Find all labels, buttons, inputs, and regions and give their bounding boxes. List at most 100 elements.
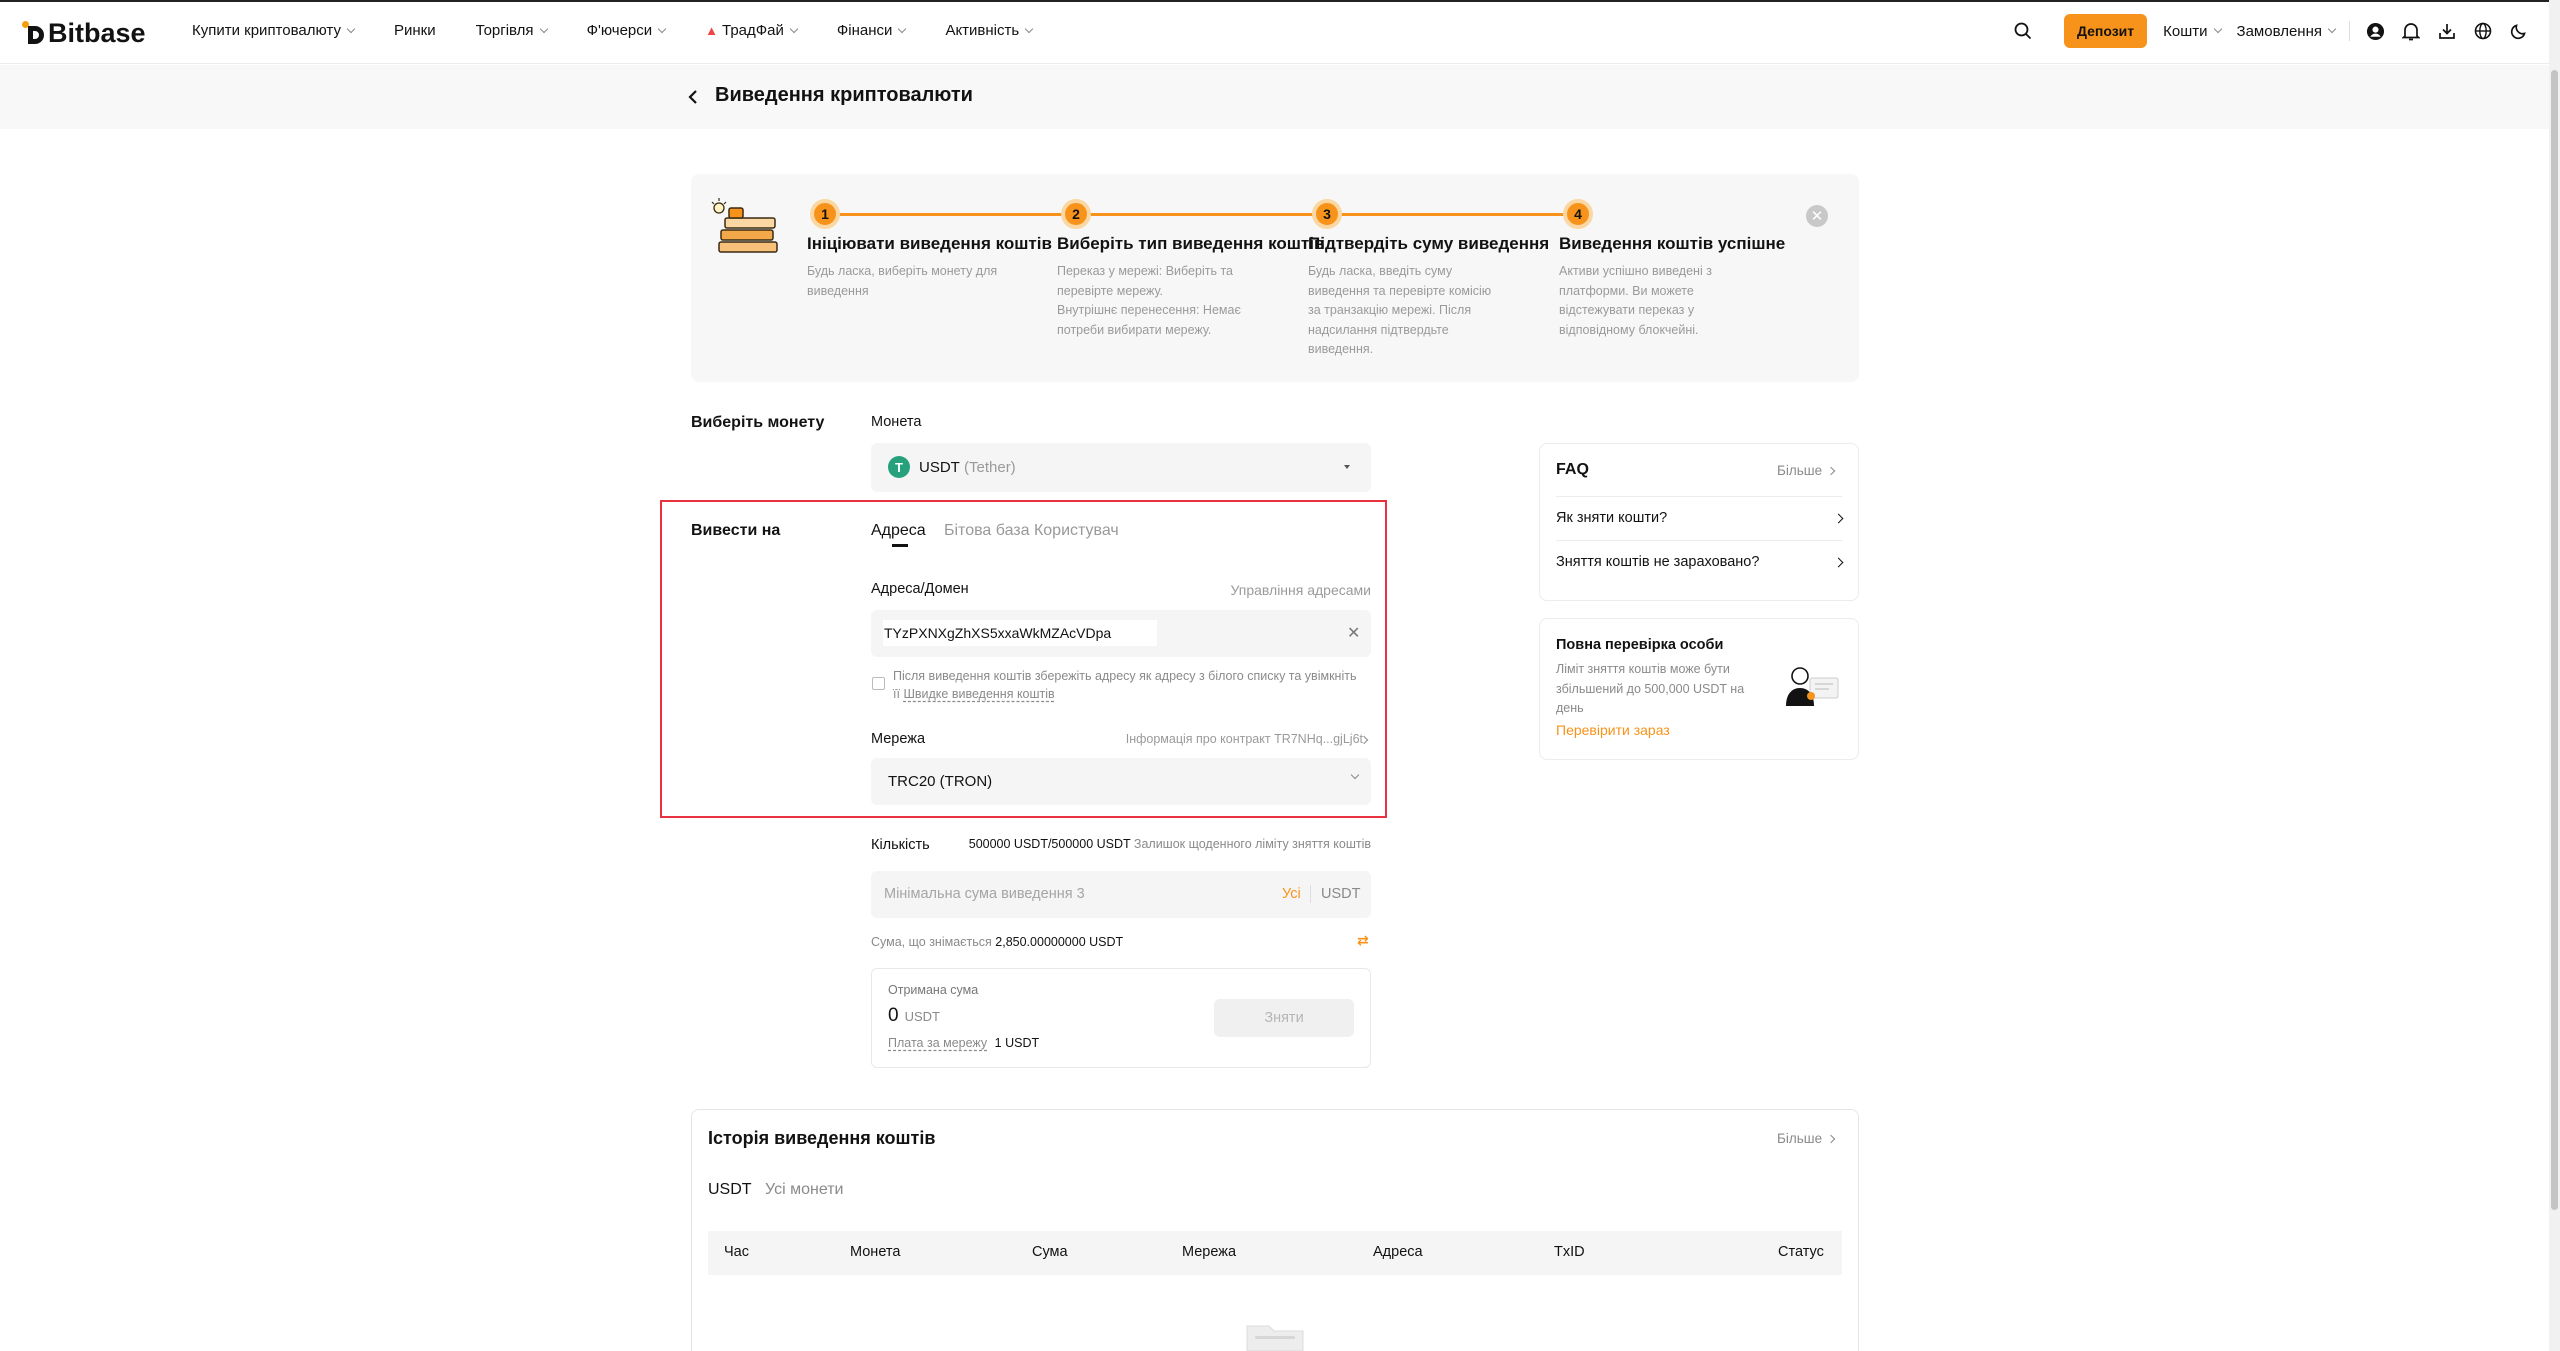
nav-item-buy-crypto[interactable]: Купити криптовалюту bbox=[192, 22, 356, 39]
column-header-coin: Монета bbox=[850, 1244, 901, 1260]
select-coin-label: Виберіть монету bbox=[691, 414, 825, 431]
nav-divider bbox=[2349, 21, 2350, 41]
funds-menu[interactable]: Кошти bbox=[2163, 22, 2222, 40]
nav-item-label: Фінанси bbox=[836, 22, 893, 39]
step-desc-line: Будь ласка, виберіть монету для bbox=[807, 264, 998, 278]
step-title-2: Виберіть тип виведення коштів bbox=[1057, 234, 1325, 253]
receive-label: Отримана сума bbox=[888, 983, 979, 997]
manage-addresses-link[interactable]: Управління адресами bbox=[1230, 582, 1371, 598]
amount-placeholder: Мінімальна сума виведення 3 bbox=[884, 886, 1085, 902]
network-field-label: Мережа bbox=[871, 731, 926, 747]
orders-menu-label: Замовлення bbox=[2236, 22, 2322, 40]
bell-icon[interactable] bbox=[2400, 20, 2422, 42]
save-whitelist-note: Після виведення коштів збережіть адресу … bbox=[893, 667, 1356, 703]
chevron-down-icon bbox=[2327, 24, 2337, 34]
coin-select[interactable]: T USDT (Tether) bbox=[871, 443, 1371, 492]
network-fee-info: Плата за мережу 1 USDT bbox=[888, 1036, 1039, 1050]
orders-menu[interactable]: Замовлення bbox=[2236, 22, 2337, 40]
history-more-link[interactable]: Більше bbox=[1777, 1131, 1836, 1146]
brand-logo[interactable]: Bitbase bbox=[22, 18, 146, 48]
withdraw-button[interactable]: Зняти bbox=[1214, 999, 1354, 1037]
amount-all-button[interactable]: Усі bbox=[1282, 886, 1301, 902]
daily-limit-value: 500000 USDT/500000 USDT bbox=[968, 837, 1131, 851]
step-number-1: 1 bbox=[810, 199, 840, 229]
step-desc-4: Активи успішно виведені з платформи. Ви … bbox=[1559, 262, 1712, 340]
coin-symbol: USDT bbox=[919, 459, 960, 476]
deposit-button[interactable]: Депозит bbox=[2063, 14, 2148, 48]
quick-withdraw-link[interactable]: Швидке виведення коштів bbox=[903, 687, 1054, 701]
amount-input[interactable]: Мінімальна сума виведення 3 Усі USDT bbox=[871, 871, 1371, 918]
withdraw-to-label: Вивести на bbox=[691, 522, 781, 539]
swap-icon[interactable]: ⇄ bbox=[1357, 932, 1369, 949]
globe-icon[interactable] bbox=[2472, 20, 2494, 42]
chevron-down-icon bbox=[346, 24, 356, 33]
tab-bitbase-user[interactable]: Бітова база Користувач bbox=[944, 522, 1119, 540]
clear-input-icon[interactable]: ✕ bbox=[1347, 623, 1360, 643]
chevron-down-icon bbox=[789, 24, 799, 33]
contract-info-link[interactable]: Інформація про контракт TR7NHq...gjLj6t bbox=[1126, 732, 1363, 746]
scrollbar-thumb[interactable] bbox=[2551, 70, 2558, 1210]
save-note-line: Після виведення коштів збережіть адресу … bbox=[893, 669, 1357, 683]
nav-item-futures[interactable]: Ф'ючерси bbox=[587, 22, 667, 39]
nav-right-actions: Депозит Кошти Замовлення bbox=[1998, 14, 2530, 48]
network-select[interactable]: TRC20 (TRON) bbox=[871, 758, 1371, 805]
step-desc-line: Внутрішнє перенесення: Немає bbox=[1057, 303, 1241, 317]
moon-icon[interactable] bbox=[2508, 20, 2530, 42]
step-desc-line: за транзакцію мережі. Після bbox=[1308, 303, 1472, 317]
step-desc-line: перевірте мережу. bbox=[1057, 283, 1164, 298]
verify-now-link[interactable]: Перевірити зараз bbox=[1556, 722, 1670, 738]
history-more-label: Більше bbox=[1777, 1131, 1823, 1146]
faq-item[interactable]: Зняття коштів не зараховано? bbox=[1556, 554, 1844, 570]
faq-more-link[interactable]: Більше bbox=[1777, 463, 1836, 478]
step-desc-line: відстежувати переказ у bbox=[1559, 303, 1695, 317]
back-arrow-icon[interactable] bbox=[686, 88, 700, 106]
person-verification-icon bbox=[1784, 662, 1842, 710]
nav-item-finance[interactable]: Фінанси bbox=[836, 22, 907, 39]
kyc-desc-line: збільшений до 500,000 USDT на bbox=[1556, 681, 1745, 696]
fire-icon: ▲ bbox=[705, 23, 719, 38]
amount-unit: USDT bbox=[1321, 886, 1361, 902]
step-title-1: Ініціювати виведення коштів bbox=[807, 234, 1052, 253]
step-desc-line: виведення. bbox=[1308, 342, 1374, 356]
network-fee-label[interactable]: Плата за мережу bbox=[888, 1036, 987, 1050]
nav-item-tradfi[interactable]: ▲ ТрадФай bbox=[705, 22, 799, 39]
nav-item-markets[interactable]: Ринки bbox=[394, 22, 436, 39]
chevron-right-icon bbox=[1833, 513, 1844, 523]
faq-item-label: Як зняти кошти? bbox=[1556, 510, 1668, 526]
close-guide-icon[interactable]: ✕ bbox=[1806, 205, 1828, 227]
step-connector bbox=[1090, 213, 1313, 216]
nav-item-label: Ринки bbox=[393, 22, 436, 39]
column-header-time: Час bbox=[724, 1244, 749, 1260]
address-input[interactable]: TYzPXNXgZhXS5xxaWkMZAcVDpa ✕ bbox=[871, 610, 1371, 657]
receive-amount: 0 USDT bbox=[888, 1005, 940, 1027]
save-whitelist-checkbox[interactable] bbox=[872, 677, 885, 690]
download-icon[interactable] bbox=[2436, 20, 2458, 42]
history-tab-usdt[interactable]: USDT bbox=[708, 1181, 752, 1199]
kyc-desc-line: день bbox=[1556, 701, 1584, 715]
step-title-3: Підтвердіть суму виведення bbox=[1308, 234, 1550, 253]
step-desc-line: Активи успішно виведені з bbox=[1559, 264, 1712, 278]
chevron-down-icon bbox=[1350, 770, 1360, 780]
step-desc-1: Будь ласка, виберіть монету для виведенн… bbox=[807, 262, 997, 301]
step-desc-line: виведення bbox=[807, 283, 869, 298]
faq-divider bbox=[1556, 540, 1842, 541]
user-icon[interactable] bbox=[2364, 20, 2386, 42]
faq-item[interactable]: Як зняти кошти? bbox=[1556, 510, 1844, 526]
kyc-desc-line: Ліміт зняття коштів може бути bbox=[1556, 662, 1730, 676]
nav-item-trade[interactable]: Торгівля bbox=[476, 22, 548, 39]
step-desc-line: відповідному блокчейні. bbox=[1559, 322, 1699, 337]
step-desc-line: Будь ласка, введіть суму bbox=[1308, 264, 1453, 278]
column-header-network: Мережа bbox=[1182, 1244, 1237, 1260]
funds-menu-label: Кошти bbox=[2163, 22, 2208, 40]
tab-address[interactable]: Адреса bbox=[871, 522, 926, 540]
history-tab-all-coins[interactable]: Усі монети bbox=[765, 1181, 843, 1199]
chevron-down-icon bbox=[2213, 24, 2222, 34]
chevron-right-icon bbox=[1826, 1134, 1836, 1143]
address-value: TYzPXNXgZhXS5xxaWkMZAcVDpa bbox=[884, 625, 1112, 641]
search-icon[interactable] bbox=[2012, 20, 2034, 42]
nav-item-label: Купити криптовалюту bbox=[192, 22, 341, 39]
nav-item-activity[interactable]: Активність bbox=[945, 22, 1034, 39]
tether-icon: T bbox=[888, 456, 910, 478]
coin-field-label: Монета bbox=[871, 414, 922, 430]
chevron-down-icon bbox=[657, 24, 667, 33]
